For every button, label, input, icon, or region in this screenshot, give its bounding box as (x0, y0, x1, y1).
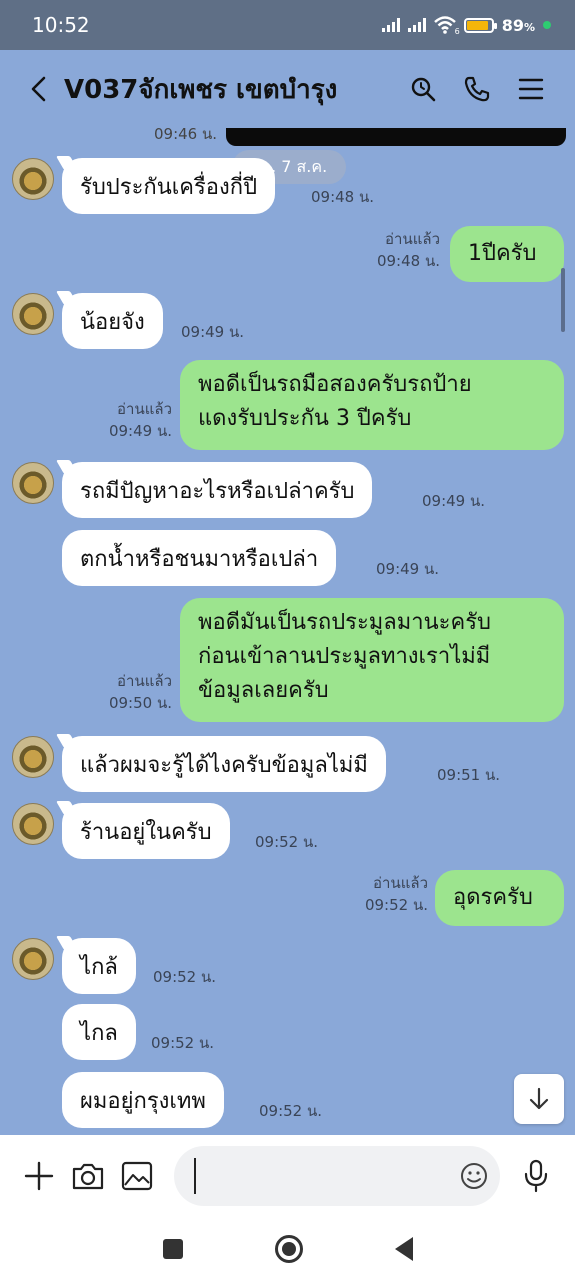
status-time: 10:52 (32, 13, 90, 37)
message-time: 09:50 น. (108, 694, 172, 712)
message-text: อุดรครับ (453, 885, 533, 910)
chat-area[interactable]: 09:46 น. พฤ. 7 ส.ค. รับประกันเครื่องกี่ป… (0, 128, 575, 1135)
message-line: ข้อมูลเลยครับ (198, 678, 329, 703)
avatar[interactable] (12, 158, 54, 200)
image-icon[interactable] (113, 1151, 162, 1201)
emoji-icon[interactable] (460, 1162, 488, 1190)
message-time: 09:51 น. (437, 766, 501, 784)
redacted-bar (226, 128, 566, 146)
message-time: 09:52 น. (151, 1034, 215, 1052)
back-button[interactable] (394, 1236, 413, 1261)
outgoing-message: 1ปีครับ (450, 226, 564, 282)
battery-fill (466, 20, 489, 30)
message-time: 09:49 น. (108, 422, 172, 440)
incoming-message: รับประกันเครื่องกี่ปี (62, 158, 276, 214)
chat-header: V037จักเพชร เขตบำรุง (0, 50, 575, 128)
message-time: 09:46 น. (154, 128, 218, 143)
avatar[interactable] (12, 938, 54, 980)
read-receipt: อ่านแล้ว (373, 874, 428, 892)
arrow-down-icon[interactable] (514, 1074, 564, 1124)
chevron-left-icon[interactable] (20, 71, 56, 107)
phone-icon[interactable] (453, 65, 501, 113)
outgoing-message: อุดรครับ (435, 870, 564, 926)
plus-icon[interactable] (14, 1151, 63, 1201)
avatar[interactable] (12, 293, 54, 335)
battery-icon (463, 17, 497, 33)
incoming-message: ตกน้ำหรือชนมาหรือเปล่า (62, 530, 337, 586)
text-cursor (194, 1158, 197, 1194)
message-text: รับประกันเครื่องกี่ปี (80, 174, 258, 200)
chat-title: V037จักเพชร เขตบำรุง (64, 74, 338, 105)
read-receipt: อ่านแล้ว (117, 672, 172, 690)
status-indicators: 6 89% (381, 16, 551, 36)
search-icon[interactable] (399, 65, 447, 113)
avatar[interactable] (12, 462, 54, 504)
battery-value: 89 (501, 15, 524, 35)
outgoing-message: พอดีมันเป็นรถประมูลมานะครับ ก่อนเข้าลานป… (180, 598, 564, 722)
message-text: รถมีปัญหาอะไรหรือเปล่าครับ (80, 478, 355, 504)
signal-icon-2 (407, 18, 426, 32)
camera-icon[interactable] (63, 1151, 112, 1201)
message-meta: อ่านแล้ว 09:50 น. (96, 670, 172, 714)
read-receipt: อ่านแล้ว (117, 400, 172, 418)
privacy-dot (543, 21, 551, 29)
wifi-badge: 6 (454, 27, 460, 36)
wifi-icon: 6 (433, 16, 460, 36)
scrollbar[interactable] (561, 268, 565, 332)
avatar[interactable] (12, 803, 54, 845)
message-meta: อ่านแล้ว 09:52 น. (348, 872, 428, 916)
message-time: 09:52 น. (259, 1102, 323, 1120)
incoming-message: ไกล (62, 1004, 136, 1060)
message-meta: อ่านแล้ว 09:49 น. (96, 398, 172, 442)
battery-unit: % (523, 20, 535, 34)
message-text: ไกล (80, 1020, 118, 1046)
menu-icon[interactable] (507, 65, 555, 113)
incoming-message: รถมีปัญหาอะไรหรือเปล่าครับ (62, 462, 373, 518)
message-time: 09:52 น. (255, 833, 319, 851)
read-receipt: อ่านแล้ว (385, 230, 440, 248)
home-button[interactable] (274, 1234, 303, 1263)
message-time: 09:49 น. (181, 323, 245, 341)
message-text: น้อยจัง (80, 309, 145, 335)
message-line: ก่อนเข้าลานประมูลทางเราไม่มี (198, 644, 491, 669)
recent-apps-button[interactable] (162, 1238, 183, 1259)
incoming-message: น้อยจัง (62, 293, 163, 349)
message-time: 09:48 น. (376, 252, 440, 270)
message-meta: อ่านแล้ว 09:48 น. (360, 228, 440, 272)
message-line: พอดีเป็นรถมือสองครับรถป้าย (198, 372, 472, 397)
message-text: ไกล้ (80, 954, 118, 980)
message-time: 09:49 น. (376, 560, 440, 578)
avatar[interactable] (12, 736, 54, 778)
incoming-message: ผมอยู่กรุงเทพ (62, 1072, 224, 1128)
battery-percent: 89% (502, 16, 535, 35)
signal-icon (381, 18, 400, 32)
incoming-message: ไกล้ (62, 938, 136, 994)
message-time: 09:48 น. (311, 188, 375, 206)
outgoing-message: พอดีเป็นรถมือสองครับรถป้าย แดงรับประกัน … (180, 360, 564, 450)
system-nav-bar (0, 1217, 575, 1280)
message-text: ร้านอยู่ในครับ (80, 819, 212, 845)
microphone-icon[interactable] (512, 1151, 561, 1201)
message-input[interactable] (174, 1146, 500, 1206)
message-time: 09:49 น. (422, 492, 486, 510)
message-line: แดงรับประกัน 3 ปีครับ (198, 406, 412, 431)
message-text: ตกน้ำหรือชนมาหรือเปล่า (80, 546, 319, 572)
message-time: 09:52 น. (364, 896, 428, 914)
input-bar (0, 1135, 575, 1217)
message-time: 09:52 น. (153, 968, 217, 986)
incoming-message: ร้านอยู่ในครับ (62, 803, 230, 859)
message-text: ผมอยู่กรุงเทพ (80, 1088, 206, 1114)
message-text: แล้วผมจะรู้ได้ไงครับข้อมูลไม่มี (80, 752, 368, 778)
incoming-message: แล้วผมจะรู้ได้ไงครับข้อมูลไม่มี (62, 736, 386, 792)
message-text: 1ปีครับ (468, 241, 537, 266)
status-bar: 10:52 6 89% (0, 0, 575, 50)
message-line: พอดีมันเป็นรถประมูลมานะครับ (198, 610, 491, 635)
